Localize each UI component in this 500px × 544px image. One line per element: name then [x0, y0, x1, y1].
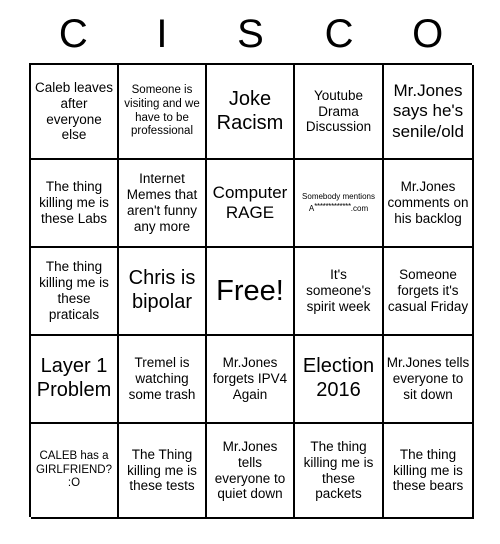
- bingo-cell-r1-c1[interactable]: Internet Memes that aren't funny any mor…: [119, 160, 207, 248]
- bingo-cell-r3-c3[interactable]: Election 2016: [295, 336, 384, 424]
- censor-tail: .com: [350, 204, 369, 213]
- bingo-cell-r2-c3[interactable]: It's someone's spirit week: [295, 248, 384, 336]
- bingo-cell-text: Mr.Jones says he's senile/old: [392, 81, 464, 141]
- bingo-cell-r0-c2[interactable]: Joke Racism: [207, 65, 295, 160]
- bingo-cell-text: The Thing killing me is these tests: [127, 446, 197, 494]
- bingo-header-letter-2: S: [237, 12, 264, 56]
- bingo-cell-text: Someone forgets it's casual Friday: [387, 267, 469, 314]
- bingo-cell-text: Somebody mentions A*************.com: [297, 192, 380, 214]
- bingo-cell-text: Computer RAGE: [212, 182, 288, 222]
- bingo-cell-r1-c0[interactable]: The thing killing me is these Labs: [31, 160, 119, 248]
- bingo-cell-text: Tremel is watching some trash: [128, 355, 196, 402]
- bingo-cell-r4-c0[interactable]: CALEB has a GIRLFRIEND? :O: [31, 424, 119, 519]
- bingo-cell-text: The thing killing me is these Labs: [39, 179, 109, 226]
- bingo-cell-text: Joke Racism: [216, 87, 284, 134]
- bingo-cell-r0-c0[interactable]: Caleb leaves after everyone else: [31, 65, 119, 160]
- bingo-cell-text: Caleb leaves after everyone else: [34, 79, 114, 143]
- bingo-cell-r0-c4[interactable]: Mr.Jones says he's senile/old: [384, 65, 474, 160]
- bingo-cell-text: Internet Memes that aren't funny any mor…: [126, 171, 198, 234]
- bingo-cell-text: Mr.Jones forgets IPV4 Again: [212, 355, 288, 402]
- bingo-cell-text: Mr.Jones tells everyone to quiet down: [214, 438, 286, 502]
- bingo-header-letter-0: C: [58, 12, 88, 56]
- bingo-cell-r3-c0[interactable]: Layer 1 Problem: [31, 336, 119, 424]
- bingo-cell-r2-c1[interactable]: Chris is bipolar: [119, 248, 207, 336]
- bingo-cell-r4-c3[interactable]: The thing killing me is these packets: [295, 424, 384, 519]
- bingo-cell-text: CALEB has a GIRLFRIEND? :O: [35, 450, 113, 490]
- bingo-cell-text: It's someone's spirit week: [306, 267, 371, 314]
- bingo-cell-text: Mr.Jones tells everyone to sit down: [386, 355, 470, 402]
- bingo-cell-r3-c1[interactable]: Tremel is watching some trash: [119, 336, 207, 424]
- bingo-cell-r2-c0[interactable]: The thing killing me is these praticals: [31, 248, 119, 336]
- bingo-cell-text: Someone is visiting and we have to be pr…: [124, 84, 200, 138]
- bingo-card: CISCO Caleb leaves after everyone else So…: [0, 0, 500, 544]
- bingo-cell-r3-c4[interactable]: Mr.Jones tells everyone to sit down: [384, 336, 474, 424]
- bingo-cell-text: The thing killing me is these bears: [392, 446, 464, 494]
- bingo-cell-r1-c3[interactable]: Somebody mentions A*************.com: [295, 160, 384, 248]
- bingo-header-row: CISCO: [29, 8, 472, 60]
- bingo-header-letter-3: C: [324, 12, 354, 56]
- censor-stars: *************: [314, 202, 351, 211]
- bingo-cell-r0-c1[interactable]: Someone is visiting and we have to be pr…: [119, 65, 207, 160]
- bingo-header-letter-1: I: [156, 12, 168, 56]
- bingo-cell-text: The thing killing me is these praticals: [39, 259, 109, 322]
- censor-prefix: Somebody mentions: [302, 192, 375, 201]
- bingo-cell-r2-c4[interactable]: Someone forgets it's casual Friday: [384, 248, 474, 336]
- bingo-cell-r4-c1[interactable]: The Thing killing me is these tests: [119, 424, 207, 519]
- bingo-header-letter-4: O: [412, 12, 444, 56]
- bingo-cell-text: Chris is bipolar: [128, 267, 196, 313]
- bingo-cell-text: Free!: [216, 274, 284, 307]
- bingo-cell-r0-c3[interactable]: Youtube Drama Discussion: [295, 65, 384, 160]
- bingo-cell-r1-c4[interactable]: Mr.Jones comments on his backlog: [384, 160, 474, 248]
- bingo-grid: Caleb leaves after everyone else Someone …: [29, 63, 474, 519]
- bingo-cell-text: Layer 1 Problem: [36, 355, 112, 401]
- bingo-cell-r3-c2[interactable]: Mr.Jones forgets IPV4 Again: [207, 336, 295, 424]
- bingo-cell-text: The thing killing me is these packets: [303, 438, 374, 502]
- censor-domain: A*************.com: [297, 202, 380, 214]
- bingo-cell-r4-c4[interactable]: The thing killing me is these bears: [384, 424, 474, 519]
- bingo-cell-r1-c2[interactable]: Computer RAGE: [207, 160, 295, 248]
- bingo-cell-text: Election 2016: [302, 355, 375, 401]
- bingo-free-cell[interactable]: Free!: [207, 248, 295, 336]
- bingo-cell-r4-c2[interactable]: Mr.Jones tells everyone to quiet down: [207, 424, 295, 519]
- bingo-cell-text: Youtube Drama Discussion: [305, 87, 372, 135]
- bingo-cell-text: Mr.Jones comments on his backlog: [387, 179, 469, 226]
